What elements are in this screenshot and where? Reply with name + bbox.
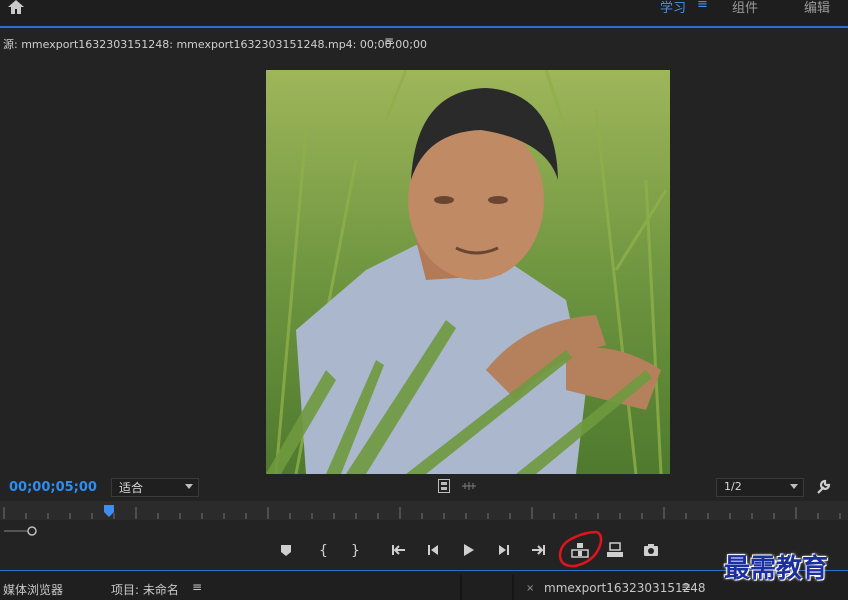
home-icon[interactable] <box>6 0 26 14</box>
panel-divider[interactable] <box>512 575 514 600</box>
transport-controls: { } <box>0 536 848 566</box>
step-back-icon[interactable] <box>423 540 443 560</box>
video-frame <box>266 70 670 474</box>
playback-resolution-value: 1/2 <box>724 480 742 493</box>
workspace-menu-icon[interactable]: ≡ <box>697 0 708 12</box>
zoom-scrollbar[interactable] <box>0 521 848 536</box>
video-still-image <box>266 70 670 474</box>
mark-in-icon[interactable]: { <box>312 540 332 560</box>
add-marker-icon[interactable] <box>276 540 296 560</box>
watermark-logo: 最需教育 <box>724 554 829 584</box>
workspace-editing[interactable]: 编辑 <box>804 0 830 16</box>
source-panel-title[interactable]: 源: mmexport1632303151248: mmexport163230… <box>3 36 427 52</box>
source-panel-menu-icon[interactable]: ≡ <box>384 34 394 48</box>
zoom-fit-select[interactable]: 适合 <box>111 478 199 497</box>
mark-out-icon[interactable]: } <box>344 540 364 560</box>
workspace-learn[interactable]: 学习 <box>660 0 686 16</box>
overwrite-icon[interactable] <box>605 540 625 560</box>
step-forward-icon[interactable] <box>494 540 514 560</box>
time-ruler[interactable] <box>0 501 848 520</box>
go-to-out-icon[interactable] <box>528 540 548 560</box>
wrench-icon[interactable] <box>815 479 831 495</box>
chevron-down-icon <box>185 484 193 489</box>
export-frame-icon[interactable] <box>641 540 661 560</box>
tab-media-browser[interactable]: 媒体浏览器 <box>3 581 63 598</box>
zoom-fit-value: 适合 <box>119 481 144 495</box>
svg-text:{: { <box>319 543 328 559</box>
chevron-down-icon <box>790 484 798 489</box>
panel-divider[interactable] <box>460 575 462 600</box>
sequence-menu-icon[interactable]: ≡ <box>681 580 691 594</box>
playhead-timecode[interactable]: 00;00;05;00 <box>9 480 97 495</box>
drag-video-icon[interactable] <box>438 479 450 493</box>
workspace-assembly[interactable]: 组件 <box>732 0 758 16</box>
workspace-bar: 学习 ≡ 组件 编辑 <box>0 0 848 28</box>
go-to-in-icon[interactable] <box>389 540 409 560</box>
play-icon[interactable] <box>458 540 478 560</box>
svg-text:}: } <box>351 543 360 559</box>
annotation-circle <box>558 530 603 568</box>
bottom-panel-tabs: 媒体浏览器 项目: 未命名 ≡ × mmexport1632303151248 … <box>0 570 848 600</box>
playhead-marker[interactable] <box>104 505 114 517</box>
close-tab-icon[interactable]: × <box>526 583 534 594</box>
scroll-handle[interactable] <box>27 526 37 536</box>
drag-audio-icon[interactable] <box>461 481 477 491</box>
tab-project[interactable]: 项目: 未命名 <box>111 581 179 598</box>
playback-resolution-select[interactable]: 1/2 <box>716 478 804 497</box>
project-menu-icon[interactable]: ≡ <box>192 580 202 594</box>
source-panel-header: 源: mmexport1632303151248: mmexport163230… <box>0 28 848 56</box>
